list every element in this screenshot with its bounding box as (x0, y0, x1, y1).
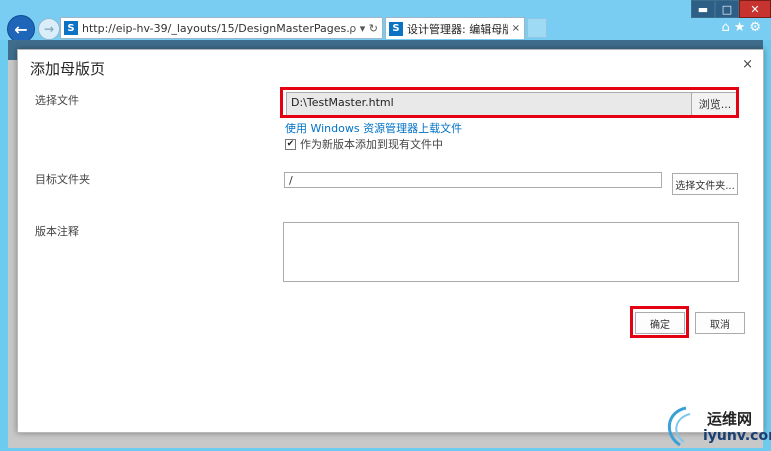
home-favorites-settings-icons[interactable]: ⌂★⚙ (721, 20, 765, 35)
new-tab-button[interactable] (527, 18, 547, 38)
version-notes-label: 版本注释 (35, 225, 79, 238)
address-bar[interactable]: S http://eip-hv-39/_layouts/15/DesignMas… (60, 17, 383, 39)
close-tab-icon[interactable]: × (508, 23, 524, 34)
checkbox-label: 作为新版本添加到现有文件中 (300, 138, 443, 151)
dialog-title: 添加母版页 (30, 60, 106, 78)
address-url[interactable]: http://eip-hv-39/_layouts/15/DesignMaste… (82, 22, 349, 35)
highlight-box (280, 87, 739, 118)
add-version-option[interactable]: ✔ 作为新版本添加到现有文件中 (285, 136, 443, 152)
back-button[interactable]: ← (7, 15, 35, 43)
maximize-button[interactable]: □ (715, 0, 739, 18)
choose-folder-button[interactable]: 选择文件夹... (672, 173, 738, 195)
close-icon[interactable]: × (742, 57, 753, 72)
forward-button[interactable]: → (38, 18, 60, 40)
watermark-cn: 运维网 (707, 410, 753, 428)
watermark-en: iyunv.com (703, 428, 771, 444)
target-folder-input[interactable]: / (284, 172, 662, 188)
tab-title: 设计管理器: 编辑母版页 (407, 22, 508, 36)
arrow-left-icon: ← (14, 19, 28, 39)
target-folder-label: 目标文件夹 (35, 173, 90, 186)
upload-explorer-link[interactable]: 使用 Windows 资源管理器上载文件 (285, 120, 462, 136)
checkbox-checked[interactable]: ✔ (285, 138, 296, 150)
tab-design-manager[interactable]: S 设计管理器: 编辑母版页 × (385, 17, 525, 39)
select-file-label: 选择文件 (35, 94, 79, 107)
version-notes-textarea[interactable] (283, 222, 739, 282)
arrow-right-icon: → (43, 22, 55, 36)
window-close-button[interactable]: ✕ (739, 0, 771, 18)
add-master-page-dialog: 添加母版页 × 选择文件 D:\TestMaster.html 浏览... 使用… (17, 49, 764, 433)
search-refresh-icons[interactable]: ρ ▾ ↻ (349, 22, 382, 35)
sharepoint-icon: S (64, 21, 78, 35)
sharepoint-icon: S (389, 21, 403, 36)
minimize-button[interactable]: ▬ (691, 0, 715, 18)
highlight-box-ok (630, 306, 689, 338)
cancel-button[interactable]: 取消 (695, 312, 745, 334)
